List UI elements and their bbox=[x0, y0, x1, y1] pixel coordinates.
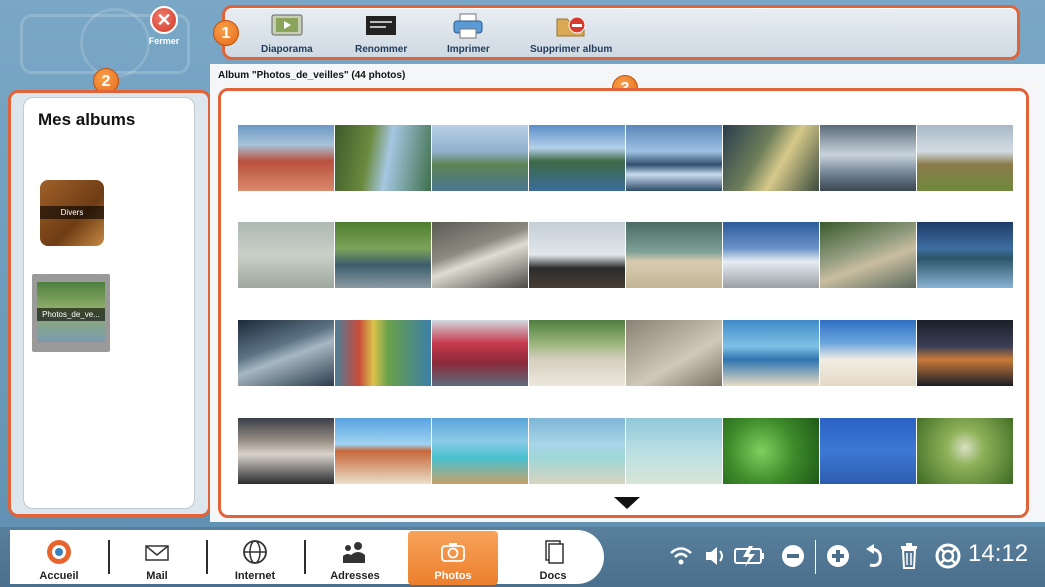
rename-button[interactable]: Renommer bbox=[355, 13, 407, 55]
toolbar: Diaporama Renommer Imprimer Supprimer al… bbox=[222, 5, 1020, 60]
photo-thumbnail[interactable] bbox=[723, 418, 819, 484]
album-label: Photos_de_ve... bbox=[37, 308, 105, 321]
volume-icon[interactable] bbox=[703, 541, 729, 571]
photo-thumbnail[interactable] bbox=[432, 320, 528, 386]
photo-thumbnail[interactable] bbox=[238, 320, 334, 386]
delete-album-button[interactable]: Supprimer album bbox=[530, 13, 612, 55]
photo-thumbnail[interactable] bbox=[626, 320, 722, 386]
photo-thumbnail[interactable] bbox=[626, 418, 722, 484]
photo-thumbnail[interactable] bbox=[335, 320, 431, 386]
print-label: Imprimer bbox=[447, 44, 490, 55]
photo-thumbnail[interactable] bbox=[238, 222, 334, 288]
photo-thumbnail[interactable] bbox=[238, 418, 334, 484]
taskbar-label: Internet bbox=[234, 570, 276, 582]
taskbar-item-home[interactable]: Accueil bbox=[14, 531, 104, 585]
taskbar-item-contacts[interactable]: Adresses bbox=[310, 531, 400, 585]
photo-thumbnail[interactable] bbox=[723, 125, 819, 191]
print-button[interactable]: Imprimer bbox=[447, 13, 490, 55]
taskbar-label: Adresses bbox=[330, 570, 380, 582]
taskbar-separator bbox=[304, 540, 306, 574]
album-divers[interactable]: Divers bbox=[40, 180, 104, 246]
slideshow-button[interactable]: Diaporama bbox=[261, 13, 313, 55]
photo-thumbnail[interactable] bbox=[626, 222, 722, 288]
album-caption: Album "Photos_de_veilles" (44 photos) bbox=[218, 70, 406, 81]
undo-icon[interactable] bbox=[864, 541, 886, 571]
photo-thumbnail[interactable] bbox=[335, 222, 431, 288]
photo-thumbnail[interactable] bbox=[626, 125, 722, 191]
photo-thumbnail[interactable] bbox=[432, 125, 528, 191]
photo-thumbnail[interactable] bbox=[432, 418, 528, 484]
clock: 14:12 bbox=[968, 540, 1029, 567]
album-label: Divers bbox=[40, 206, 104, 219]
globe-icon bbox=[243, 540, 267, 564]
photo-thumbnail[interactable] bbox=[723, 222, 819, 288]
taskbar-label: Mail bbox=[146, 570, 168, 582]
taskbar-separator bbox=[108, 540, 110, 574]
taskbar-separator bbox=[206, 540, 208, 574]
zoom-out-icon[interactable] bbox=[780, 541, 806, 571]
taskbar-label: Accueil bbox=[39, 570, 79, 582]
photo-thumbnail[interactable] bbox=[917, 418, 1013, 484]
photo-thumbnail[interactable] bbox=[820, 125, 916, 191]
albums-title: Mes albums bbox=[38, 110, 136, 129]
close-label: Fermer bbox=[148, 36, 180, 46]
photo-thumbnail[interactable] bbox=[529, 222, 625, 288]
close-button[interactable]: ✕ Fermer bbox=[140, 6, 188, 56]
photo-thumbnail[interactable] bbox=[335, 418, 431, 484]
photo-thumbnail[interactable] bbox=[529, 418, 625, 484]
photo-thumbnail[interactable] bbox=[529, 320, 625, 386]
home-icon bbox=[47, 540, 71, 564]
trash-icon[interactable] bbox=[898, 541, 920, 571]
photo-thumbnail[interactable] bbox=[820, 418, 916, 484]
close-icon: ✕ bbox=[150, 6, 178, 34]
taskbar-label: Photos bbox=[434, 570, 472, 582]
rename-label: Renommer bbox=[355, 44, 408, 55]
delete-album-label: Supprimer album bbox=[530, 44, 613, 55]
photo-thumbnail[interactable] bbox=[529, 125, 625, 191]
tray-separator bbox=[815, 540, 816, 574]
taskbar-label: Docs bbox=[539, 570, 567, 582]
scroll-down-arrow[interactable] bbox=[614, 497, 640, 509]
photo-thumbnail[interactable] bbox=[820, 320, 916, 386]
contacts-icon bbox=[343, 542, 365, 563]
printer-icon bbox=[453, 13, 483, 39]
photo-thumbnail[interactable] bbox=[723, 320, 819, 386]
slideshow-label: Diaporama bbox=[261, 44, 313, 55]
help-lifebuoy-icon[interactable] bbox=[934, 541, 962, 571]
photo-thumbnail[interactable] bbox=[917, 320, 1013, 386]
photo-thumbnail[interactable] bbox=[917, 222, 1013, 288]
rename-icon bbox=[366, 16, 397, 35]
photo-thumbnail[interactable] bbox=[335, 125, 431, 191]
albums-panel: Mes albums Divers Photos_de_ve... bbox=[8, 90, 211, 517]
callout-badge-1: 1 bbox=[213, 20, 239, 46]
photo-thumbnail[interactable] bbox=[238, 125, 334, 191]
delete-album-icon bbox=[556, 16, 586, 37]
taskbar-item-docs[interactable]: Docs bbox=[508, 531, 598, 585]
wifi-icon[interactable] bbox=[668, 541, 694, 571]
documents-icon bbox=[545, 540, 564, 564]
slideshow-icon bbox=[271, 14, 303, 36]
battery-icon[interactable] bbox=[733, 541, 767, 571]
camera-icon bbox=[441, 543, 465, 562]
taskbar-item-internet[interactable]: Internet bbox=[210, 531, 300, 585]
photo-thumbnail[interactable] bbox=[432, 222, 528, 288]
album-photos-de-veilles[interactable]: Photos_de_ve... bbox=[32, 274, 110, 352]
taskbar-item-mail[interactable]: Mail bbox=[112, 531, 202, 585]
photo-thumbnail[interactable] bbox=[917, 125, 1013, 191]
zoom-in-icon[interactable] bbox=[825, 541, 851, 571]
taskbar-item-photos[interactable]: Photos bbox=[408, 531, 498, 585]
mail-icon bbox=[145, 545, 169, 561]
photo-thumbnail[interactable] bbox=[820, 222, 916, 288]
albums-list: Mes albums Divers Photos_de_ve... bbox=[23, 97, 195, 509]
